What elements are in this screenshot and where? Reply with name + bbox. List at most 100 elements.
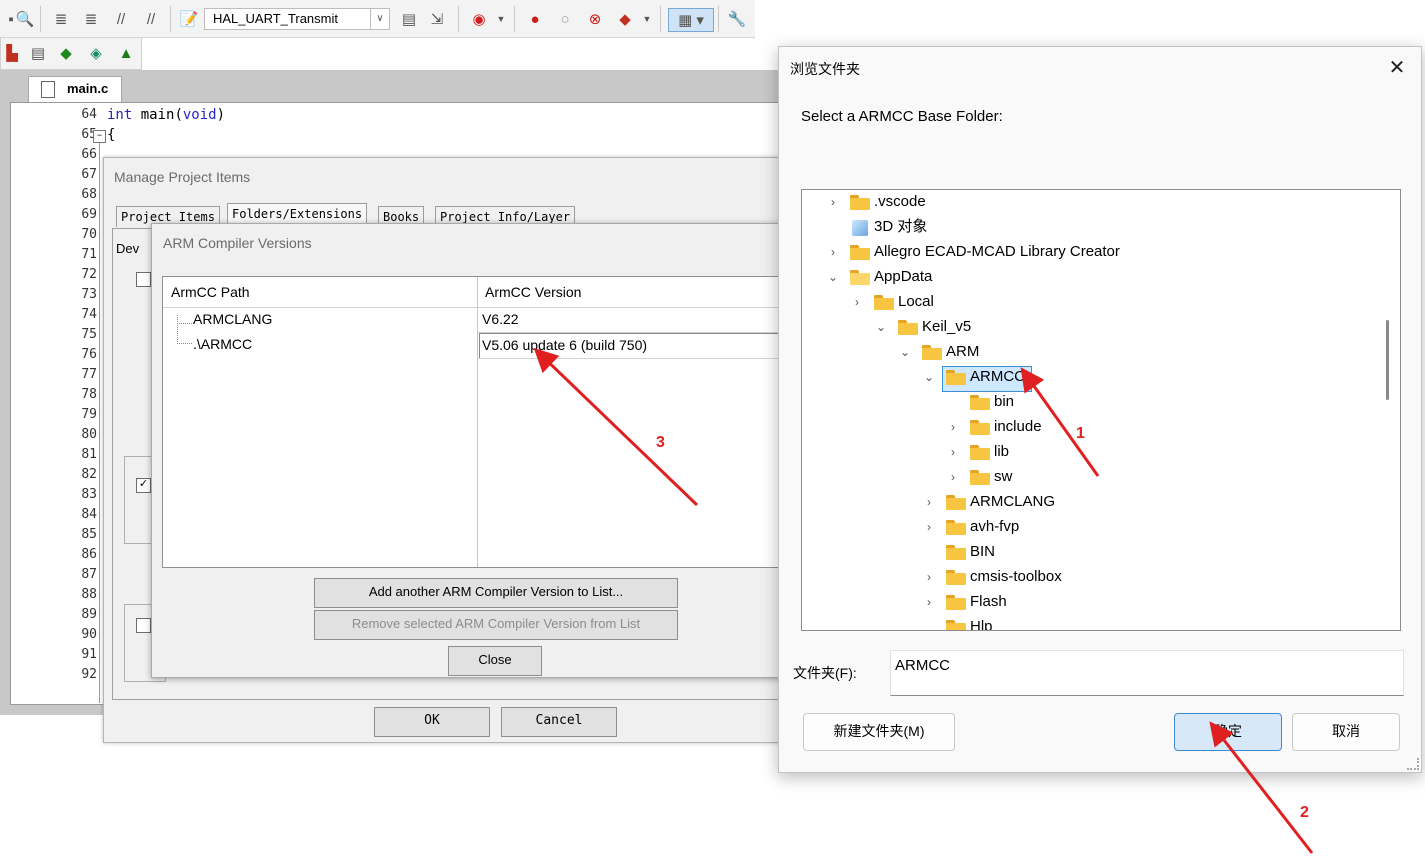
line-number: 82: [81, 467, 97, 482]
compiler-version[interactable]: V6.22: [482, 307, 519, 331]
column-header-version[interactable]: ArmCC Version: [477, 277, 791, 308]
folder-icon: [970, 445, 990, 460]
chevron-right-icon[interactable]: ›: [850, 290, 864, 314]
chevron-right-icon[interactable]: ›: [946, 440, 960, 464]
debug-icon[interactable]: ◉: [468, 8, 490, 30]
indent-icon[interactable]: ≣: [50, 8, 72, 30]
close-icon[interactable]: ✕: [1385, 56, 1409, 80]
tree-item-label: Flash: [970, 593, 1007, 610]
tree-item-label: .vscode: [874, 193, 926, 210]
chevron-down-icon[interactable]: ⌄: [874, 315, 888, 339]
close-button[interactable]: Close: [448, 646, 542, 676]
tree-item-label: cmsis-toolbox: [970, 568, 1062, 585]
green-diamond-icon[interactable]: ◆: [55, 42, 77, 64]
resize-grip-icon[interactable]: [1407, 758, 1419, 770]
cancel-button[interactable]: 取消: [1292, 713, 1400, 751]
prompt-text: Select a ARMCC Base Folder:: [801, 108, 1003, 125]
load-icon[interactable]: ▤: [398, 8, 420, 30]
line-number: 91: [81, 647, 97, 662]
target-select[interactable]: HAL_UART_Transmit ∨: [204, 8, 390, 30]
breakpoint-icon[interactable]: ●: [524, 8, 546, 30]
folder-icon: [946, 595, 966, 610]
line-number: 69: [81, 207, 97, 222]
pack-installer-icon[interactable]: ▲: [115, 42, 137, 64]
annotation-number-2: 2: [1300, 804, 1309, 821]
chevron-right-icon[interactable]: ›: [922, 565, 936, 589]
line-number: 83: [81, 487, 97, 502]
tree-item-label: ARM: [946, 343, 980, 360]
line-number: 78: [81, 387, 97, 402]
tree-item-label: AppData: [874, 268, 933, 285]
download-icon[interactable]: ⇲: [426, 8, 448, 30]
line-number: 71: [81, 247, 97, 262]
target-select-value: HAL_UART_Transmit: [213, 11, 338, 26]
checkbox-checked[interactable]: ✓: [136, 478, 151, 493]
chevron-down-icon[interactable]: ∨: [370, 9, 389, 29]
chevron-down-icon[interactable]: ⌄: [922, 365, 936, 389]
checkbox[interactable]: [136, 272, 151, 287]
line-number: 64: [81, 107, 97, 122]
chevron-right-icon[interactable]: ›: [946, 415, 960, 439]
folder-icon: [850, 245, 870, 260]
add-compiler-button[interactable]: Add another ARM Compiler Version to List…: [314, 578, 678, 608]
folder-icon: [874, 295, 894, 310]
chevron-down-icon[interactable]: ⌄: [826, 265, 840, 289]
annotation-number-1: 1: [1076, 425, 1085, 442]
toolbar-separator: [514, 6, 515, 32]
chevron-right-icon[interactable]: ›: [826, 190, 840, 214]
ok-button[interactable]: OK: [374, 707, 490, 737]
fold-toggle-icon[interactable]: −: [93, 130, 106, 143]
build-target-icon[interactable]: ▙: [1, 42, 23, 64]
file-icon: [41, 81, 55, 98]
folder-open-icon: [850, 270, 870, 285]
tab-main-c[interactable]: main.c: [28, 76, 122, 102]
target-options-icon[interactable]: 📝: [178, 8, 200, 30]
chevron-right-icon[interactable]: ›: [826, 240, 840, 264]
cancel-button[interactable]: Cancel: [501, 707, 617, 737]
chevron-right-icon[interactable]: ›: [922, 515, 936, 539]
tree-connector: [177, 323, 192, 344]
wrench-icon[interactable]: 🔧: [726, 8, 748, 30]
folder-icon: [898, 320, 918, 335]
dialog-title: 浏览文件夹: [790, 61, 860, 77]
tree-item-label: lib: [994, 443, 1010, 460]
ok-button[interactable]: 确定: [1174, 713, 1282, 751]
chevron-down-icon[interactable]: ⌄: [898, 340, 912, 364]
chevron-down-icon[interactable]: ▼: [490, 8, 512, 30]
compiler-version[interactable]: V5.06 update 6 (build 750): [482, 333, 647, 357]
toolbar-separator: [458, 6, 459, 32]
folder-icon: [970, 395, 990, 410]
scrollbar-thumb[interactable]: [1386, 320, 1389, 400]
dialog-title: ARM Compiler Versions: [163, 235, 312, 251]
remove-compiler-button[interactable]: Remove selected ARM Compiler Version fro…: [314, 610, 678, 640]
code-line-65: {: [107, 127, 116, 143]
window-layout-icon[interactable]: ▦ ▾: [668, 8, 714, 32]
folder-input[interactable]: ARMCC: [890, 650, 1404, 696]
chevron-right-icon[interactable]: ›: [922, 490, 936, 514]
comment-icon[interactable]: //: [110, 8, 132, 30]
title-bar: 浏览文件夹 ✕: [779, 47, 1421, 89]
uncomment-icon[interactable]: //: [140, 8, 162, 30]
stack-icon[interactable]: ▤: [27, 42, 49, 64]
stop-icon[interactable]: ◆: [614, 8, 636, 30]
folder-icon: [946, 545, 966, 560]
chevron-right-icon[interactable]: ›: [922, 590, 936, 614]
unindent-icon[interactable]: ≣: [80, 8, 102, 30]
compiler-path[interactable]: .\ARMCC: [193, 332, 252, 356]
folder-icon: [970, 470, 990, 485]
chevron-down-icon[interactable]: ▼: [636, 8, 658, 30]
column-header-path[interactable]: ArmCC Path: [163, 277, 485, 308]
checkbox[interactable]: [136, 618, 151, 633]
compiler-path[interactable]: ARMCLANG: [193, 307, 272, 331]
folder-tree[interactable]: › .vscode 3D 对象 › Allegro ECAD-MCAD Librar…: [801, 189, 1401, 631]
new-folder-button[interactable]: 新建文件夹(M): [803, 713, 955, 751]
code-text: ): [216, 107, 226, 123]
chevron-right-icon[interactable]: ›: [946, 465, 960, 489]
line-number: 68: [81, 187, 97, 202]
folder-icon: [946, 495, 966, 510]
breakpoint-kill-icon[interactable]: ⊗: [584, 8, 606, 30]
breakpoint-disable-icon[interactable]: ○: [554, 8, 576, 30]
compiler-list[interactable]: ArmCC Path ArmCC Version ARMCLANG V6.22 …: [162, 276, 791, 568]
find-icon[interactable]: 🔍: [14, 8, 36, 30]
manage-components-icon[interactable]: ◈: [85, 42, 107, 64]
